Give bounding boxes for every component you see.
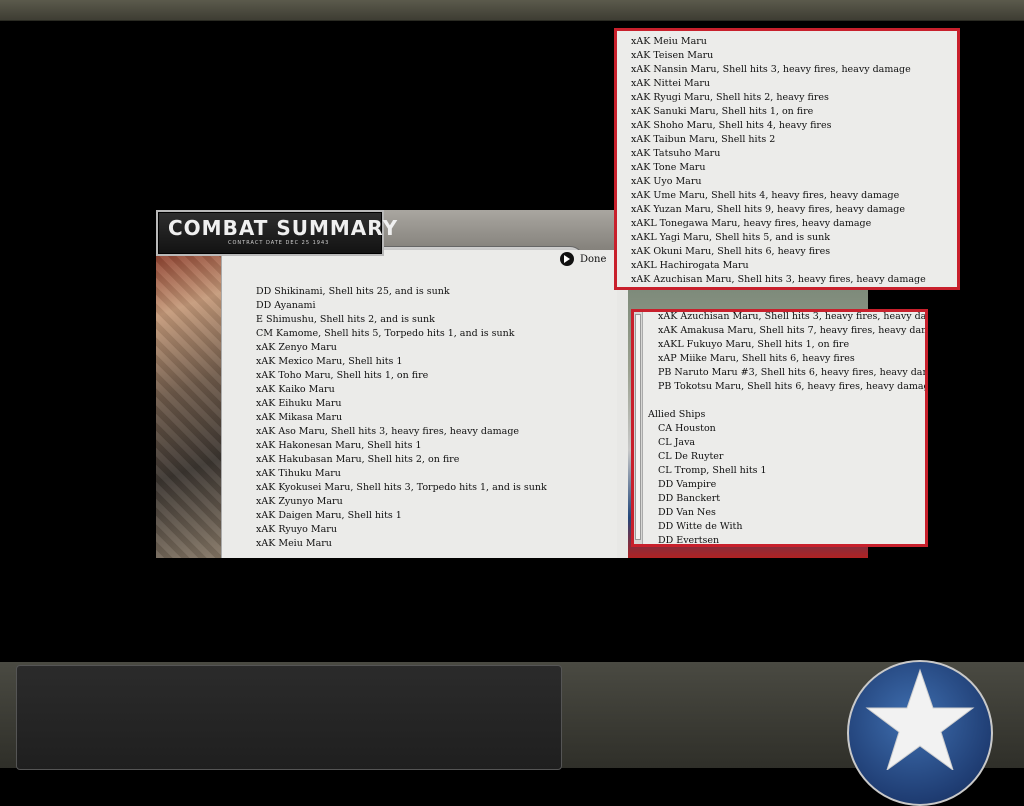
list-item: xAK Meiu Maru [256, 538, 332, 549]
list-item: xAK Nittei Maru [631, 78, 711, 89]
done-label: Done [580, 253, 607, 265]
scrollbar[interactable] [634, 312, 643, 544]
list-item: xAKL Yagi Maru, Shell hits 5, and is sun… [631, 232, 831, 243]
list-item: xAK Nansin Maru, Shell hits 3, heavy fir… [631, 64, 911, 75]
list-item: xAK Zenyo Maru [256, 342, 337, 353]
arrow-right-icon [560, 252, 574, 266]
list-item: xAKL Hachirogata Maru [631, 260, 749, 271]
list-item: xAK Eihuku Maru [256, 398, 342, 409]
list-item: xAK Tone Maru [631, 162, 706, 173]
list-item: xAK Sanuki Maru, Shell hits 1, on fire [631, 106, 814, 117]
list-item: CL Java [658, 437, 696, 448]
list-item: xAK Toho Maru, Shell hits 1, on fire [256, 370, 429, 381]
title-plate: COMBAT SUMMARY CONTRACT DATE DEC 25 1943 [156, 210, 397, 256]
list-item: xAK Aso Maru, Shell hits 3, heavy fires,… [256, 426, 520, 437]
list-item: xAK Ryugi Maru, Shell hits 2, heavy fire… [631, 92, 829, 103]
list-item: xAK Kaiko Maru [256, 384, 335, 395]
popup-top-list: xAK Meiu Maru xAK Teisen Maru xAK Nansin… [631, 35, 926, 287]
list-item: xAK Kyokusei Maru, Shell hits 3, Torpedo… [256, 482, 547, 493]
list-item: xAK Yuzan Maru, Shell hits 9, heavy fire… [631, 204, 905, 215]
list-item: xAK Azuchisan Maru, Shell hits 3, heavy … [658, 311, 928, 322]
scrollbar-thumb[interactable] [635, 314, 641, 540]
list-item: CL Tromp, Shell hits 1 [658, 465, 767, 476]
list-item: xAK Tatsuho Maru [631, 148, 721, 159]
star-icon [865, 668, 975, 770]
list-item: xAK Hakubasan Maru, Shell hits 2, on fir… [256, 454, 460, 465]
ship-list-popup-bottom[interactable]: xAK Azuchisan Maru, Shell hits 3, heavy … [631, 309, 928, 547]
list-item: xAK Ume Maru, Shell hits 4, heavy fires,… [631, 190, 900, 201]
star-emblem-icon [847, 660, 993, 806]
list-item: xAK Teisen Maru [631, 50, 714, 61]
list-item: CA Houston [658, 423, 716, 434]
list-item: DD Ayanami [256, 300, 316, 311]
list-item: E Shimushu, Shell hits 2, and is sunk [256, 314, 435, 325]
bottom-panel [16, 665, 562, 770]
left-photo [156, 250, 221, 558]
list-item: xAK Hakonesan Maru, Shell hits 1 [256, 440, 422, 451]
main-combat-list: DD Shikinami, Shell hits 25, and is sunk… [256, 285, 547, 551]
list-item: xAK Mexico Maru, Shell hits 1 [256, 356, 403, 367]
list-item: PB Tokotsu Maru, Shell hits 6, heavy fir… [658, 381, 928, 392]
ship-list-popup-top[interactable]: xAK Meiu Maru xAK Teisen Maru xAK Nansin… [614, 28, 960, 290]
list-item: xAK Okuni Maru, Shell hits 6, heavy fire… [631, 246, 831, 257]
list-item: CL De Ruyter [658, 451, 724, 462]
list-item: xAK Meiu Maru [631, 36, 707, 47]
list-item: xAK Mikasa Maru [256, 412, 343, 423]
top-bar [0, 0, 1024, 21]
list-item: xAKL Fukuyo Maru, Shell hits 1, on fire [658, 339, 850, 350]
list-item: xAK Uyo Maru [631, 176, 702, 187]
list-item: xAK Zyunyo Maru [256, 496, 343, 507]
list-item: PB Naruto Maru #3, Shell hits 6, heavy f… [658, 367, 928, 378]
list-item: DD Vampire [658, 479, 717, 490]
list-item: xAK Azuchisan Maru, Shell hits 3, heavy … [631, 274, 926, 285]
list-item: xAK Ryuyo Maru [256, 524, 337, 535]
allied-ships-heading: Allied Ships [648, 409, 706, 420]
list-item: DD Witte de With [658, 521, 743, 532]
list-item: xAK Daigen Maru, Shell hits 1 [256, 510, 402, 521]
list-item: DD Banckert [658, 493, 721, 504]
list-item: DD Van Nes [658, 507, 716, 518]
list-item: xAK Tihuku Maru [256, 468, 341, 479]
list-item: xAK Amakusa Maru, Shell hits 7, heavy fi… [658, 325, 928, 336]
list-item: xAP Miike Maru, Shell hits 6, heavy fire… [658, 353, 855, 364]
done-button[interactable]: Done [560, 250, 606, 268]
window-title: COMBAT SUMMARY [168, 216, 399, 240]
window-subtitle: CONTRACT DATE DEC 25 1943 [228, 240, 330, 246]
list-item: xAK Taibun Maru, Shell hits 2 [631, 134, 776, 145]
list-item: CM Kamome, Shell hits 5, Torpedo hits 1,… [256, 328, 515, 339]
list-spacer [648, 394, 925, 408]
list-item: xAK Shoho Maru, Shell hits 4, heavy fire… [631, 120, 832, 131]
popup-bottom-list: xAK Azuchisan Maru, Shell hits 3, heavy … [648, 311, 928, 546]
list-item: DD Evertsen [658, 535, 720, 546]
list-item: DD Shikinami, Shell hits 25, and is sunk [256, 286, 450, 297]
list-item: xAKL Tonegawa Maru, heavy fires, heavy d… [631, 218, 872, 229]
